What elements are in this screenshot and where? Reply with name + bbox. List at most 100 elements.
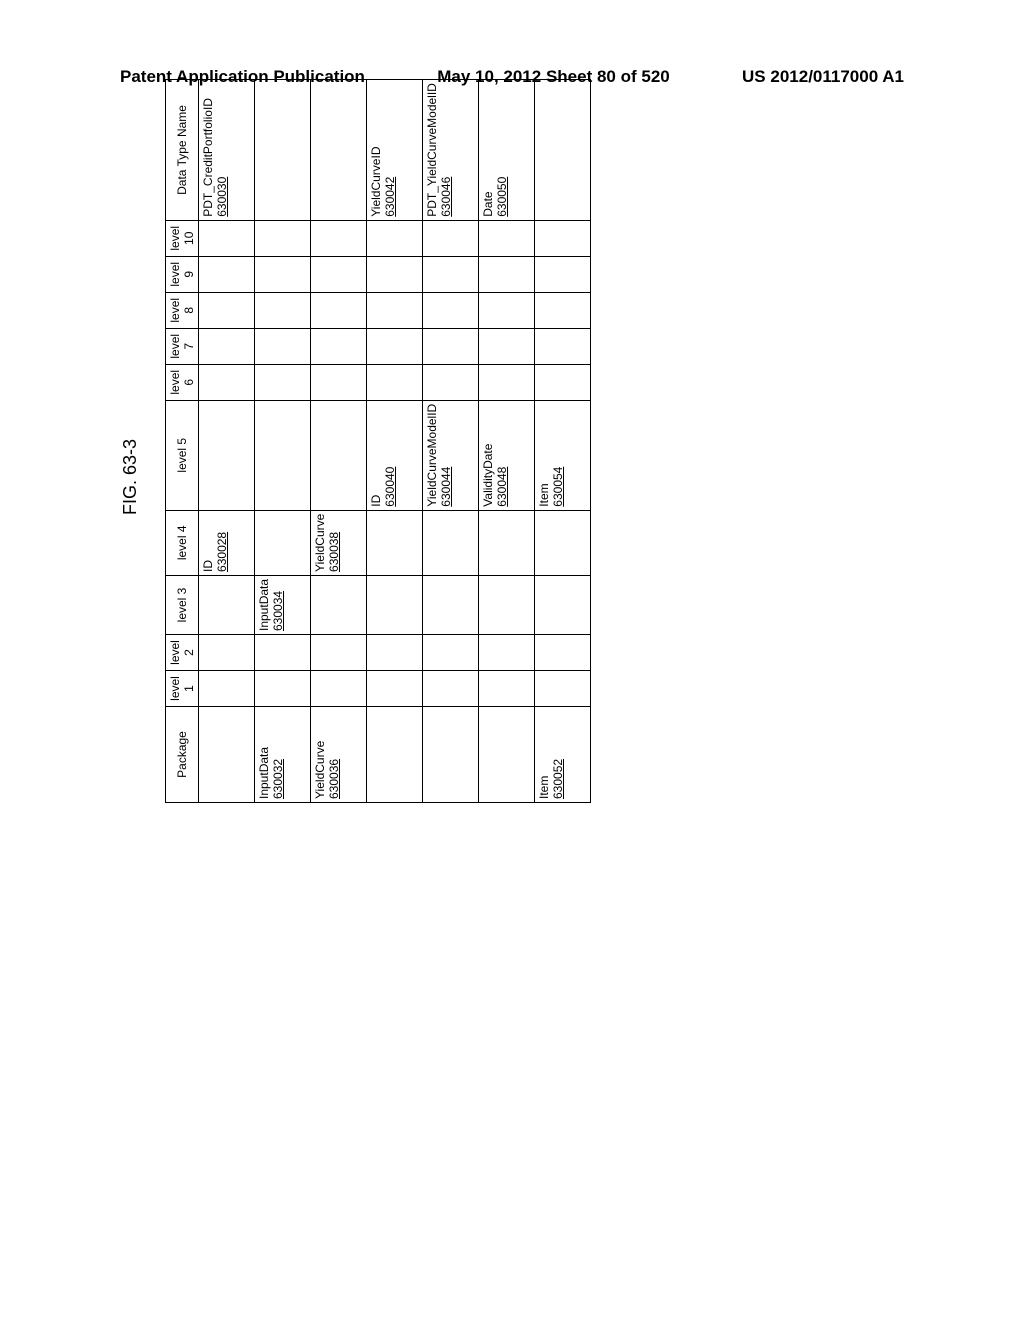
- cell-l1: [255, 671, 311, 707]
- cell-l2: [311, 635, 367, 671]
- cell-l7: [535, 328, 591, 364]
- cell-l7: [423, 328, 479, 364]
- table-row: ID630028 PDT_CreditPortfolioID630030: [199, 80, 255, 803]
- table-row: YieldCurveModelID630044 PDT_YieldCurveMo…: [423, 80, 479, 803]
- col-level-4: level 4: [166, 510, 199, 575]
- cell-l8: [367, 292, 423, 328]
- cell-l9: [367, 256, 423, 292]
- cell-package: [479, 707, 535, 803]
- figure-label: FIG. 63-3: [120, 439, 141, 515]
- cell-l9: [311, 256, 367, 292]
- col-level-1: level 1: [166, 671, 199, 707]
- cell-l1: [367, 671, 423, 707]
- table-body: ID630028 PDT_CreditPortfolioID630030Inpu…: [199, 80, 591, 803]
- cell-l9: [535, 256, 591, 292]
- cell-l8: [255, 292, 311, 328]
- col-datatype-name: Data Type Name: [166, 80, 199, 221]
- cell-l9: [199, 256, 255, 292]
- cell-l1: [311, 671, 367, 707]
- cell-l8: [311, 292, 367, 328]
- cell-l3: [199, 575, 255, 634]
- cell-l9: [479, 256, 535, 292]
- col-level-7: level 7: [166, 328, 199, 364]
- cell-l6: [367, 364, 423, 400]
- cell-l3: [423, 575, 479, 634]
- table-row: InputData630032 InputData630034: [255, 80, 311, 803]
- cell-l3: [479, 575, 535, 634]
- cell-l8: [423, 292, 479, 328]
- cell-l10: [367, 220, 423, 256]
- cell-l1: [479, 671, 535, 707]
- col-level-2: level 2: [166, 635, 199, 671]
- cell-l5: [199, 400, 255, 510]
- cell-l2: [367, 635, 423, 671]
- cell-l5: Item630054: [535, 400, 591, 510]
- cell-l10: [311, 220, 367, 256]
- table-header-row: Package level 1 level 2 level 3 level 4 …: [166, 80, 199, 803]
- header-right: US 2012/0117000 A1: [742, 67, 904, 87]
- cell-l10: [479, 220, 535, 256]
- cell-dtn: [535, 80, 591, 221]
- cell-l5: ValidityDate630048: [479, 400, 535, 510]
- cell-l4: [423, 510, 479, 575]
- cell-dtn: YieldCurveID630042: [367, 80, 423, 221]
- cell-l1: [535, 671, 591, 707]
- cell-l4: ID630028: [199, 510, 255, 575]
- col-package: Package: [166, 707, 199, 803]
- cell-l9: [255, 256, 311, 292]
- col-level-9: level 9: [166, 256, 199, 292]
- cell-l7: [255, 328, 311, 364]
- cell-l5: ID630040: [367, 400, 423, 510]
- cell-l2: [255, 635, 311, 671]
- cell-l3: InputData630034: [255, 575, 311, 634]
- cell-l4: [367, 510, 423, 575]
- cell-l7: [367, 328, 423, 364]
- cell-l3: [367, 575, 423, 634]
- cell-package: YieldCurve630036: [311, 707, 367, 803]
- table-row: ID630040 YieldCurveID630042: [367, 80, 423, 803]
- cell-l7: [199, 328, 255, 364]
- cell-l10: [423, 220, 479, 256]
- cell-l6: [311, 364, 367, 400]
- cell-l6: [535, 364, 591, 400]
- cell-l4: [535, 510, 591, 575]
- cell-l3: [535, 575, 591, 634]
- col-level-10: level 10: [166, 220, 199, 256]
- cell-l7: [311, 328, 367, 364]
- cell-l5: YieldCurveModelID630044: [423, 400, 479, 510]
- cell-l8: [479, 292, 535, 328]
- cell-l7: [479, 328, 535, 364]
- cell-l6: [255, 364, 311, 400]
- cell-l10: [535, 220, 591, 256]
- cell-dtn: PDT_YieldCurveModelID630046: [423, 80, 479, 221]
- cell-package: [199, 707, 255, 803]
- cell-package: InputData630032: [255, 707, 311, 803]
- cell-l1: [423, 671, 479, 707]
- cell-l6: [199, 364, 255, 400]
- cell-dtn: Date630050: [479, 80, 535, 221]
- col-level-8: level 8: [166, 292, 199, 328]
- table-row: YieldCurve630036 YieldCurve630038: [311, 80, 367, 803]
- cell-dtn: [311, 80, 367, 221]
- cell-package: [423, 707, 479, 803]
- cell-l1: [199, 671, 255, 707]
- cell-l2: [535, 635, 591, 671]
- cell-l3: [311, 575, 367, 634]
- cell-l10: [255, 220, 311, 256]
- col-level-6: level 6: [166, 364, 199, 400]
- cell-l2: [423, 635, 479, 671]
- col-level-3: level 3: [166, 575, 199, 634]
- table-row: ValidityDate630048 Date630050: [479, 80, 535, 803]
- cell-l2: [479, 635, 535, 671]
- cell-l5: [311, 400, 367, 510]
- cell-l10: [199, 220, 255, 256]
- col-level-5: level 5: [166, 400, 199, 510]
- cell-l2: [199, 635, 255, 671]
- cell-dtn: [255, 80, 311, 221]
- cell-l6: [479, 364, 535, 400]
- cell-l4: [255, 510, 311, 575]
- data-hierarchy-table: Package level 1 level 2 level 3 level 4 …: [165, 79, 591, 803]
- cell-l4: YieldCurve630038: [311, 510, 367, 575]
- cell-l8: [535, 292, 591, 328]
- figure-table-container: Package level 1 level 2 level 3 level 4 …: [165, 79, 591, 803]
